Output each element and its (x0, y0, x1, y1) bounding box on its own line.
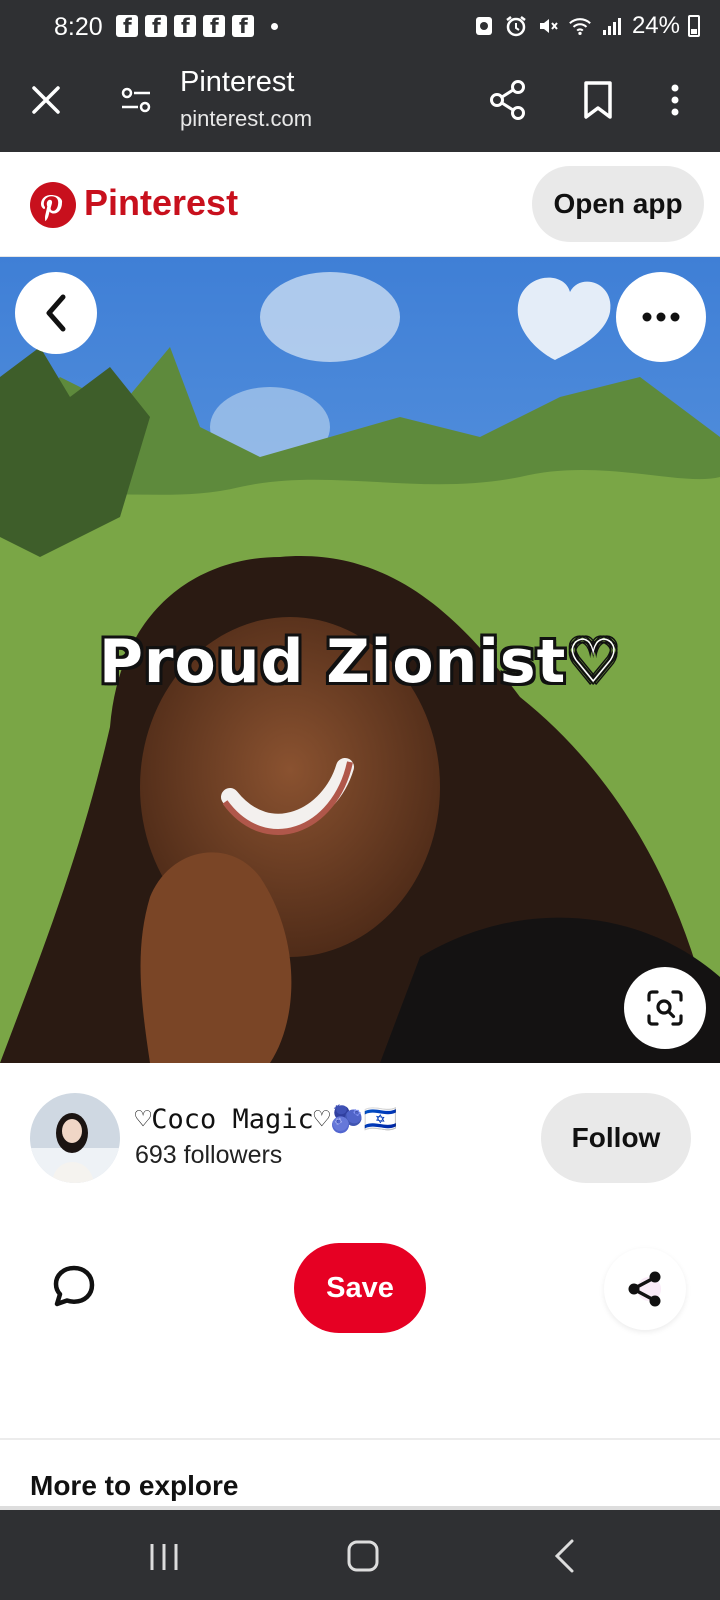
facebook-icon (116, 14, 138, 38)
browser-url[interactable]: pinterest.com (180, 106, 312, 132)
status-bar: 8:20 24% (0, 0, 720, 52)
home-icon[interactable] (346, 1539, 380, 1573)
follower-count: 693 followers (135, 1141, 283, 1169)
pinterest-header: Pinterest Open app (0, 152, 720, 257)
creator-name[interactable]: ♡Coco Magic♡🫐🇮🇱 (135, 1103, 397, 1135)
close-icon[interactable] (28, 82, 64, 118)
more-vert-icon[interactable] (660, 78, 690, 122)
avatar-image (30, 1093, 120, 1183)
comment-icon[interactable] (50, 1262, 98, 1310)
nav-back-icon[interactable] (552, 1538, 576, 1574)
pinterest-logo-icon[interactable] (30, 182, 76, 228)
browser-toolbar: Pinterest pinterest.com (0, 52, 720, 152)
follow-button[interactable]: Follow (541, 1093, 691, 1183)
back-button[interactable] (15, 272, 97, 354)
share-button[interactable] (604, 1248, 686, 1330)
open-app-button[interactable]: Open app (532, 166, 704, 242)
more-to-explore-heading: More to explore (30, 1470, 239, 1501)
more-horizontal-icon (642, 312, 680, 322)
signal-icon (600, 14, 624, 38)
pinterest-wordmark: Pinterest (84, 182, 239, 223)
more-notifications-dot (271, 22, 278, 30)
site-settings-icon[interactable] (118, 82, 154, 118)
facebook-icon (145, 14, 167, 38)
pin-more-button[interactable] (616, 272, 706, 362)
alarm-icon (504, 14, 528, 38)
facebook-icon (203, 14, 225, 38)
recycle-icon (472, 14, 496, 38)
browser-title: Pinterest (180, 66, 295, 98)
visual-search-button[interactable] (624, 967, 706, 1049)
pin-image[interactable]: Proud Zionist♡ (0, 257, 720, 1063)
wifi-icon (568, 14, 592, 38)
save-button[interactable]: Save (294, 1243, 426, 1333)
battery-percent: 24% (631, 12, 680, 39)
lens-search-icon (647, 990, 683, 1026)
battery-icon (688, 15, 700, 37)
pin-overlay-text: Proud Zionist♡ (98, 627, 622, 697)
bookmark-icon[interactable] (578, 78, 618, 122)
share-icon[interactable] (488, 78, 528, 122)
share-icon (628, 1271, 661, 1307)
status-time: 8:20 (54, 13, 103, 41)
mute-icon (536, 14, 560, 38)
notification-icons (116, 14, 278, 38)
facebook-icon (174, 14, 196, 38)
section-divider (0, 1438, 720, 1440)
chevron-left-icon (46, 294, 66, 332)
avatar[interactable] (30, 1093, 120, 1183)
creator-row: ♡Coco Magic♡🫐🇮🇱 693 followers Follow (0, 1063, 720, 1193)
facebook-icon (232, 14, 254, 38)
system-icons: 24% (472, 12, 700, 40)
recents-icon[interactable] (148, 1542, 180, 1572)
navigation-bar (0, 1510, 720, 1600)
